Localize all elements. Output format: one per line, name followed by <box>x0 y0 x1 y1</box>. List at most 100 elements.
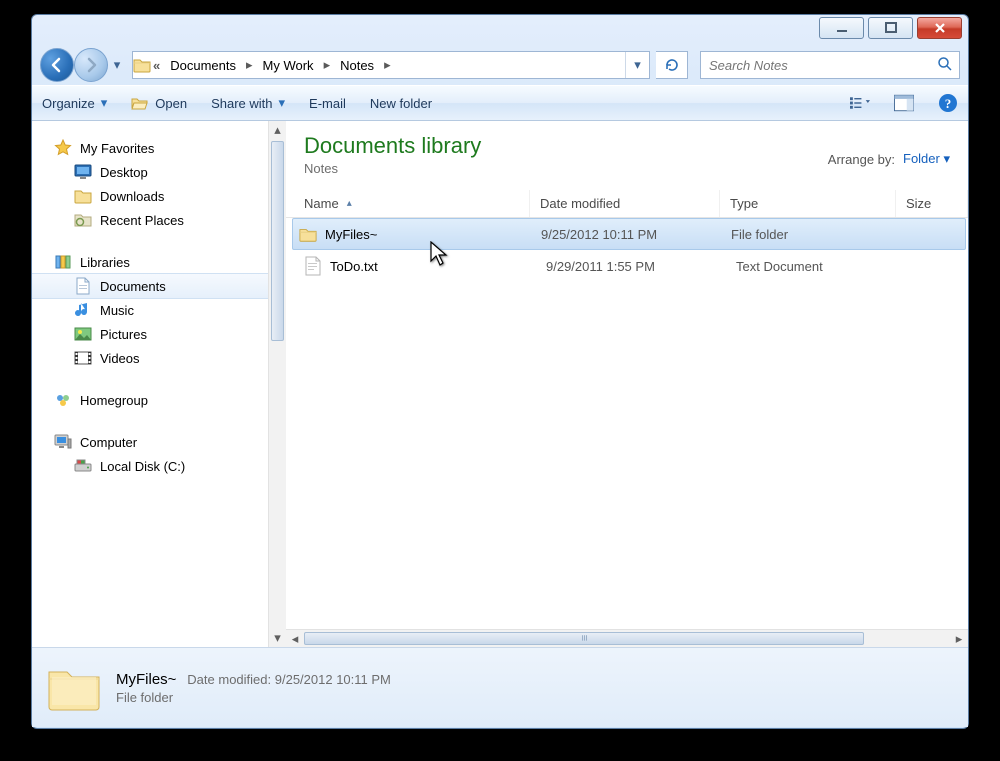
breadcrumb-notes[interactable]: Notes <box>334 52 380 78</box>
nav-history-dropdown[interactable]: ▾ <box>108 57 126 73</box>
close-button[interactable] <box>917 17 962 39</box>
sidebar-item-downloads[interactable]: Downloads <box>32 184 286 208</box>
library-subtitle: Notes <box>304 161 481 176</box>
libraries-label: Libraries <box>80 255 130 270</box>
details-pane: MyFiles~ Date modified: 9/25/2012 10:11 … <box>32 647 968 727</box>
scroll-down-icon[interactable]: ▾ <box>269 629 286 647</box>
minimize-button[interactable] <box>819 17 864 39</box>
library-title: Documents library <box>304 133 481 159</box>
chevron-right-icon[interactable]: ▸ <box>380 57 395 73</box>
videos-label: Videos <box>100 351 140 366</box>
breadcrumb-documents[interactable]: Documents <box>164 52 242 78</box>
scrollbar-thumb[interactable] <box>304 632 864 645</box>
recent-icon <box>74 211 92 229</box>
file-row-selected[interactable]: MyFiles~ 9/25/2012 10:11 PM File folder <box>292 218 966 250</box>
libraries-icon <box>54 253 72 271</box>
file-type: Text Document <box>726 259 902 274</box>
view-mode-button[interactable] <box>850 93 870 113</box>
star-icon <box>54 139 72 157</box>
share-label: Share with <box>211 96 272 111</box>
forward-button[interactable] <box>74 48 108 82</box>
sidebar-item-recent[interactable]: Recent Places <box>32 208 286 232</box>
column-date[interactable]: Date modified <box>530 190 720 217</box>
navigation-pane: My Favorites Desktop Downloads Recent Pl… <box>32 121 286 647</box>
scrollbar-thumb[interactable] <box>271 141 284 341</box>
folder-icon <box>74 187 92 205</box>
back-button[interactable] <box>40 48 74 82</box>
videos-icon <box>74 349 92 367</box>
sidebar-item-localdisk[interactable]: Local Disk (C:) <box>32 454 286 478</box>
horizontal-scrollbar[interactable]: ◂ ▸ <box>286 629 968 647</box>
address-dropdown[interactable]: ▾ <box>625 52 649 78</box>
sidebar-item-documents[interactable]: Documents <box>32 273 268 299</box>
organize-button[interactable]: Organize ▾ <box>42 95 107 111</box>
help-button[interactable]: ? <box>938 93 958 113</box>
file-type: File folder <box>721 227 897 242</box>
folder-open-icon <box>131 94 149 112</box>
toolbar: Organize ▾ Open Share with ▾ E-mail New … <box>32 85 968 121</box>
computer-icon <box>54 433 72 451</box>
organize-label: Organize <box>42 96 95 111</box>
column-size[interactable]: Size <box>896 190 968 217</box>
sidebar-item-music[interactable]: Music <box>32 298 286 322</box>
arrange-by[interactable]: Arrange by: Folder ▾ <box>828 151 950 167</box>
address-bar[interactable]: « Documents ▸ My Work ▸ Notes ▸ ▾ <box>132 51 650 79</box>
pictures-label: Pictures <box>100 327 147 342</box>
drive-icon <box>74 457 92 475</box>
open-label: Open <box>155 96 187 111</box>
email-button[interactable]: E-mail <box>309 96 346 111</box>
chevron-down-icon: ▾ <box>279 95 286 111</box>
sidebar-scrollbar[interactable]: ▴ ▾ <box>268 121 286 647</box>
column-type[interactable]: Type <box>720 190 896 217</box>
breadcrumb-mywork[interactable]: My Work <box>257 52 320 78</box>
folder-icon <box>46 660 102 716</box>
search-box[interactable] <box>700 51 960 79</box>
refresh-button[interactable] <box>656 51 688 79</box>
text-file-icon <box>304 257 322 275</box>
music-icon <box>74 301 92 319</box>
documents-label: Documents <box>100 279 166 294</box>
share-button[interactable]: Share with ▾ <box>211 95 285 111</box>
chevron-down-icon: ▾ <box>101 95 108 111</box>
arrange-value: Folder <box>903 151 940 166</box>
sidebar-homegroup-header[interactable]: Homegroup <box>32 388 286 412</box>
scroll-right-icon[interactable]: ▸ <box>950 631 968 647</box>
sidebar-libraries-header[interactable]: Libraries <box>32 250 286 274</box>
sidebar-item-desktop[interactable]: Desktop <box>32 160 286 184</box>
localdisk-label: Local Disk (C:) <box>100 459 185 474</box>
column-name[interactable]: Name▴ <box>286 190 530 217</box>
maximize-button[interactable] <box>868 17 913 39</box>
computer-label: Computer <box>80 435 137 450</box>
scroll-up-icon[interactable]: ▴ <box>269 121 286 139</box>
arrange-label: Arrange by: <box>828 152 895 167</box>
sidebar-computer-header[interactable]: Computer <box>32 430 286 454</box>
titlebar <box>32 15 968 45</box>
details-mod-label: Date modified: <box>187 672 271 687</box>
search-input[interactable] <box>707 57 937 74</box>
file-row[interactable]: ToDo.txt 9/29/2011 1:55 PM Text Document <box>286 250 968 282</box>
breadcrumb-overflow-icon[interactable]: « <box>151 58 164 73</box>
file-name: ToDo.txt <box>330 259 378 274</box>
recent-label: Recent Places <box>100 213 184 228</box>
chevron-right-icon[interactable]: ▸ <box>320 57 335 73</box>
preview-pane-button[interactable] <box>894 93 914 113</box>
sidebar-favorites-header[interactable]: My Favorites <box>32 136 286 160</box>
details-type: File folder <box>116 690 391 705</box>
svg-text:?: ? <box>945 96 952 111</box>
homegroup-icon <box>54 391 72 409</box>
sidebar-item-videos[interactable]: Videos <box>32 346 286 370</box>
scroll-left-icon[interactable]: ◂ <box>286 631 304 647</box>
nav-row: ▾ « Documents ▸ My Work ▸ Notes ▸ ▾ <box>32 45 968 85</box>
open-button[interactable]: Open <box>131 94 187 112</box>
folder-icon <box>133 56 151 74</box>
newfolder-label: New folder <box>370 96 432 111</box>
content-pane: Documents library Notes Arrange by: Fold… <box>286 121 968 647</box>
sidebar-item-pictures[interactable]: Pictures <box>32 322 286 346</box>
document-icon <box>74 277 92 295</box>
chevron-right-icon[interactable]: ▸ <box>242 57 257 73</box>
file-date: 9/25/2012 10:11 PM <box>531 227 721 242</box>
favorites-label: My Favorites <box>80 141 154 156</box>
file-name: MyFiles~ <box>325 227 377 242</box>
downloads-label: Downloads <box>100 189 164 204</box>
newfolder-button[interactable]: New folder <box>370 96 432 111</box>
